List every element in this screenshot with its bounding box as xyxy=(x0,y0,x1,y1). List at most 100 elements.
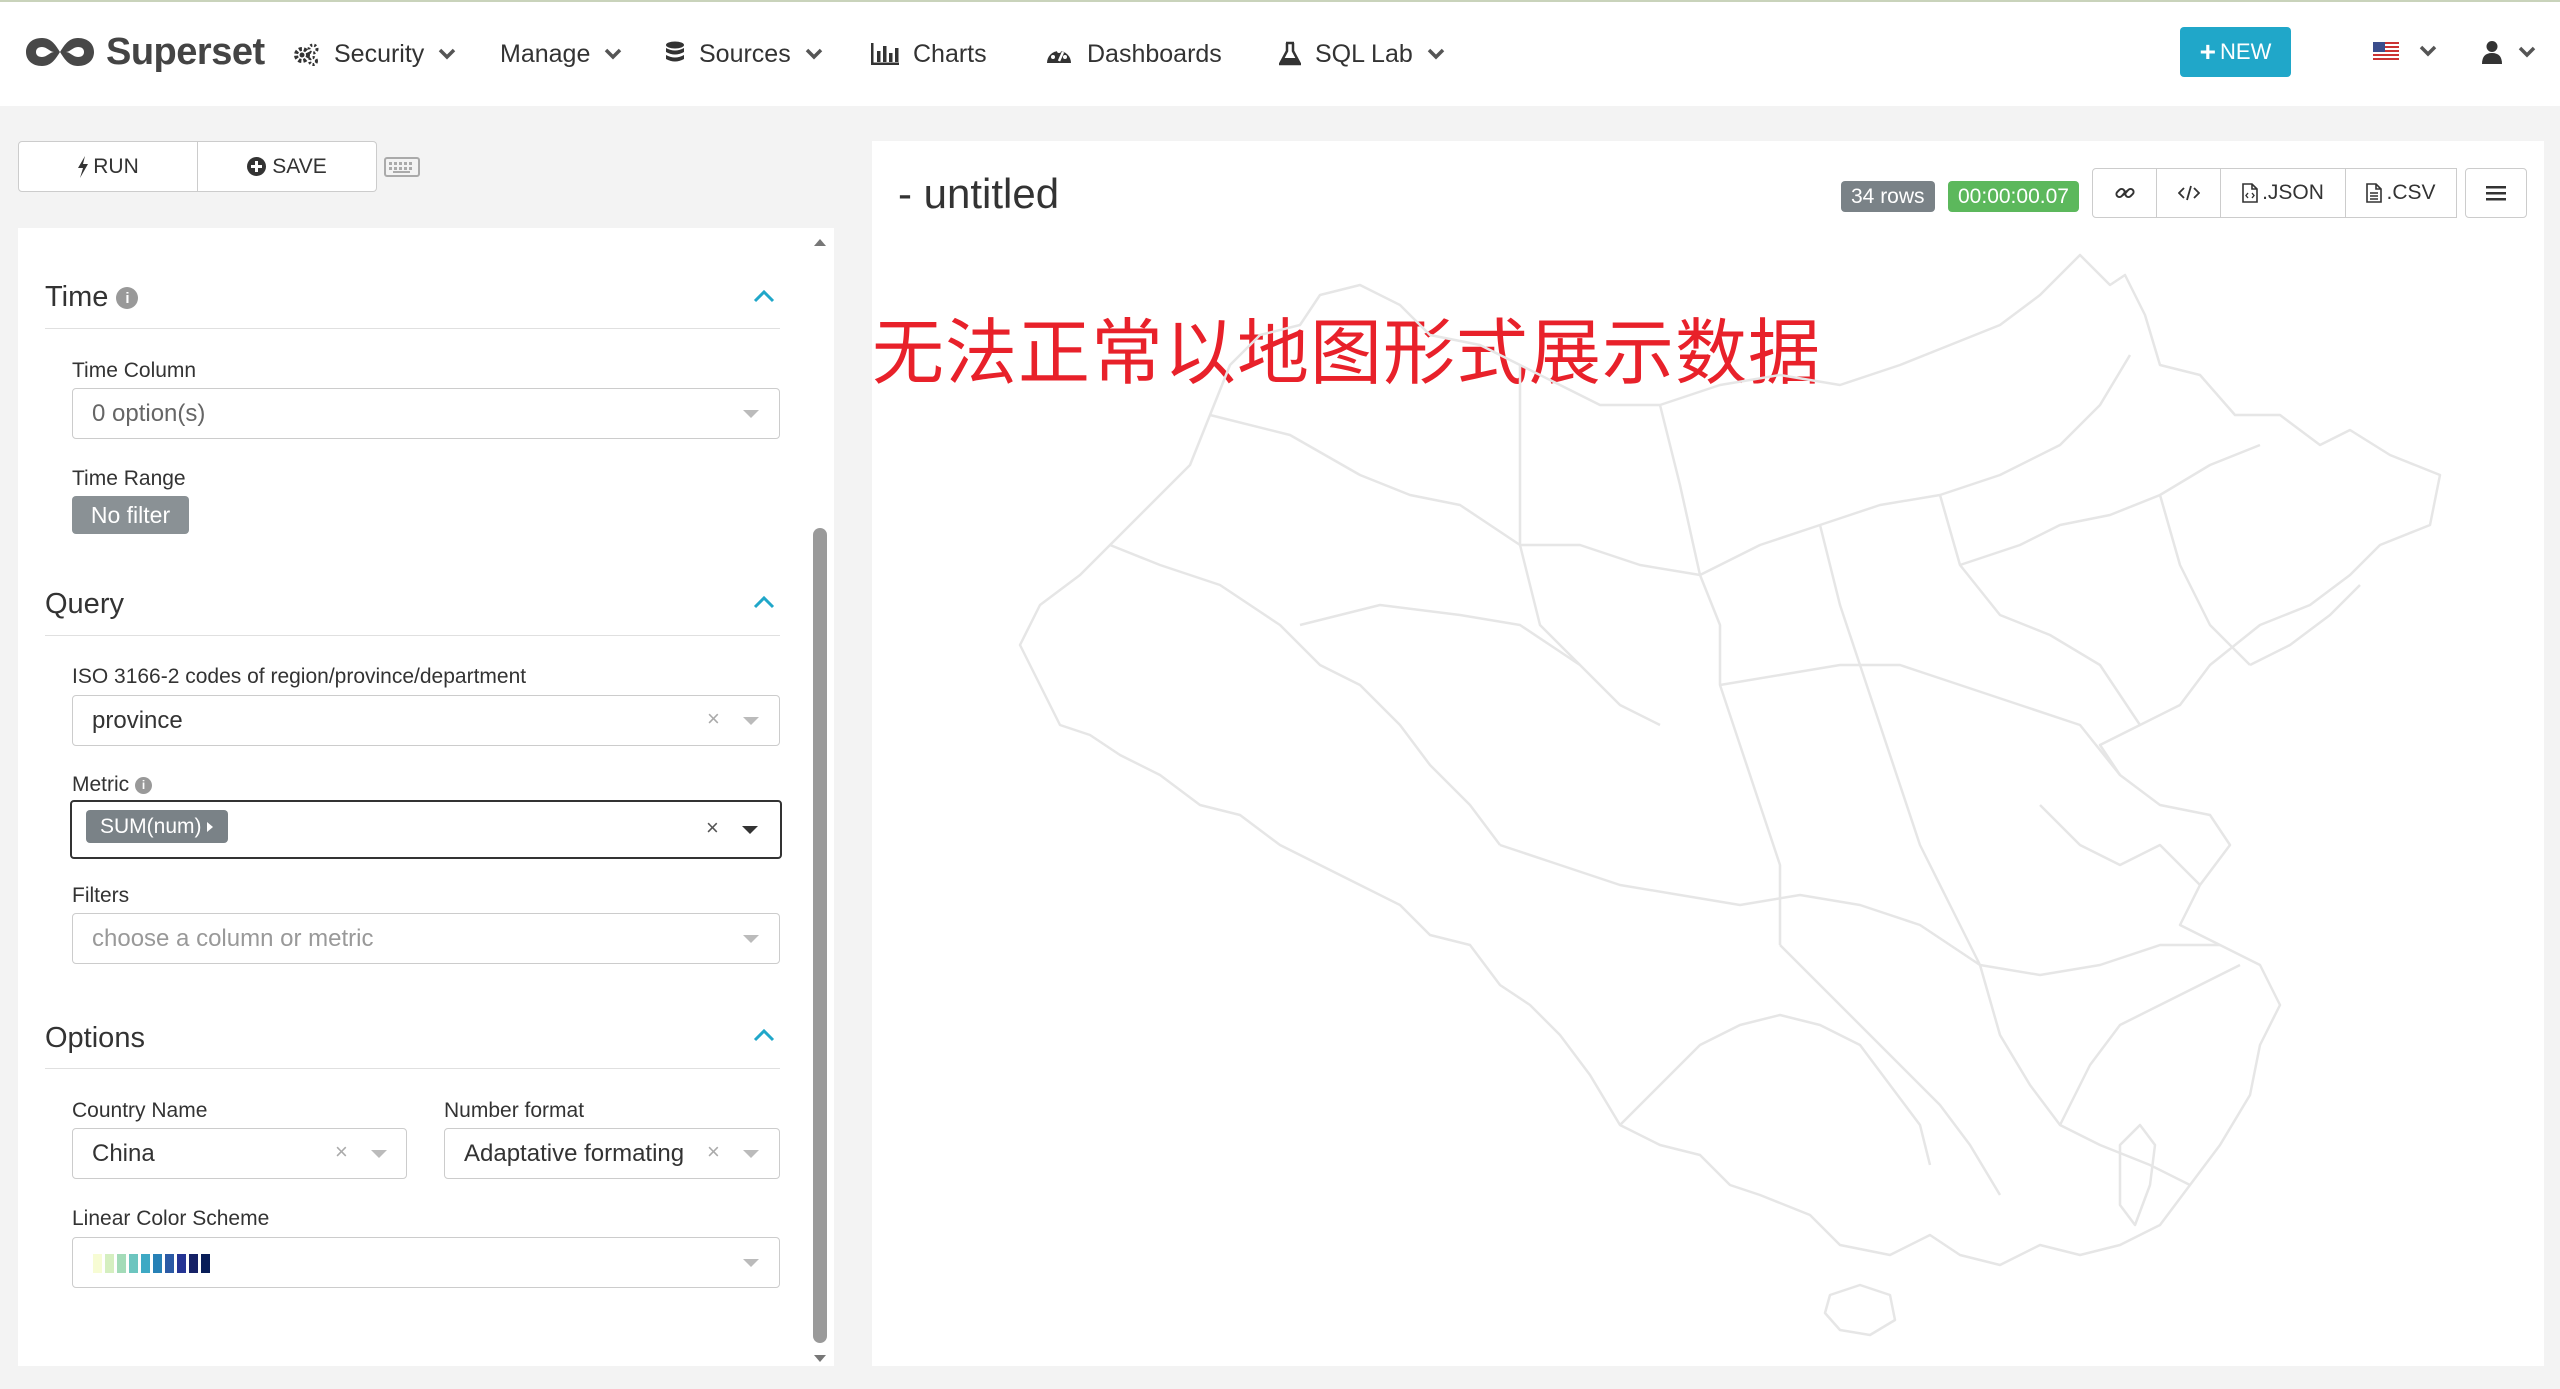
caret-down-icon xyxy=(743,1150,759,1158)
section-divider xyxy=(45,635,780,636)
color-scheme-select[interactable] xyxy=(72,1237,780,1288)
query-button-group: RUN SAVE xyxy=(18,141,377,192)
bar-chart-icon xyxy=(871,43,899,65)
iso-codes-label: ISO 3166-2 codes of region/province/depa… xyxy=(72,665,527,688)
row-count-label: 34 rows xyxy=(1841,181,1935,212)
nav-charts-label: Charts xyxy=(913,39,987,68)
embed-code-button[interactable] xyxy=(2157,168,2221,218)
chevron-down-icon xyxy=(439,48,456,60)
nav-sql-lab[interactable]: SQL Lab xyxy=(1279,26,1445,82)
chevron-down-icon xyxy=(2518,46,2536,58)
section-time-title: Time xyxy=(45,281,109,313)
export-csv-label: .CSV xyxy=(2386,181,2436,204)
map-region-border xyxy=(1619,1013,1932,1166)
metric-select[interactable]: SUM(num) × xyxy=(70,800,782,859)
info-icon: i xyxy=(135,776,153,794)
nav-dashboards-label: Dashboards xyxy=(1087,39,1222,68)
dashboard-icon xyxy=(1047,49,1071,63)
language-picker[interactable] xyxy=(2373,42,2437,60)
nav-manage[interactable]: Manage xyxy=(500,26,622,82)
chevron-down-icon xyxy=(1427,48,1445,60)
time-column-select[interactable]: 0 option(s) xyxy=(72,388,780,439)
hamburger-icon xyxy=(2486,186,2506,201)
caret-down-icon xyxy=(743,717,759,725)
number-format-select[interactable]: Adaptative formating × xyxy=(444,1128,780,1179)
scroll-up-arrow-icon[interactable] xyxy=(813,237,827,247)
caret-down-icon xyxy=(743,1259,759,1267)
filters-placeholder: choose a column or metric xyxy=(92,925,374,952)
user-menu[interactable] xyxy=(2482,40,2536,64)
copy-link-button[interactable] xyxy=(2092,168,2157,218)
map-region-border xyxy=(1938,494,2142,726)
map-outline xyxy=(1018,253,2442,1267)
clear-icon[interactable]: × xyxy=(707,706,720,732)
map-island-hainan xyxy=(1823,1283,1897,1337)
section-divider xyxy=(45,1068,780,1069)
metric-tag-label: SUM(num) xyxy=(100,814,202,838)
caret-down-icon xyxy=(371,1150,387,1158)
color-swatch xyxy=(129,1254,138,1273)
country-name-select[interactable]: China × xyxy=(72,1128,407,1179)
new-button[interactable]: + NEW xyxy=(2180,27,2291,77)
color-scheme-label: Linear Color Scheme xyxy=(72,1207,270,1230)
chart-actions: .JSON .CSV xyxy=(2092,168,2457,218)
plus-circle-icon xyxy=(247,157,267,176)
run-button[interactable]: RUN xyxy=(18,141,198,192)
clear-icon[interactable]: × xyxy=(706,815,719,841)
chevron-up-icon[interactable] xyxy=(753,1028,775,1042)
scroll-down-arrow-icon[interactable] xyxy=(813,1354,827,1364)
iso-codes-value: province xyxy=(92,707,183,734)
section-time-header[interactable]: Time i xyxy=(45,281,139,314)
iso-codes-select[interactable]: province × xyxy=(72,695,780,746)
color-swatch xyxy=(93,1254,102,1273)
nav-security[interactable]: Security xyxy=(292,26,456,82)
time-range-label: Time Range xyxy=(72,467,186,490)
file-code-icon xyxy=(2242,183,2258,203)
map-region-border xyxy=(1209,354,2132,577)
nav-dashboards[interactable]: Dashboards xyxy=(1045,26,1222,82)
clear-icon[interactable]: × xyxy=(707,1139,720,1165)
export-csv-button[interactable]: .CSV xyxy=(2346,168,2457,218)
map-region-border xyxy=(1658,404,1782,945)
section-options-title[interactable]: Options xyxy=(45,1022,145,1055)
cogs-icon xyxy=(294,43,319,66)
file-text-icon xyxy=(2366,183,2383,203)
map-region-border xyxy=(1818,524,1982,966)
scrollbar-thumb[interactable] xyxy=(813,528,827,1343)
caret-down-icon xyxy=(742,826,758,834)
clear-icon[interactable]: × xyxy=(335,1139,348,1165)
filters-select[interactable]: choose a column or metric xyxy=(72,913,780,964)
time-range-button[interactable]: No filter xyxy=(72,496,189,534)
brand-logo[interactable]: Superset xyxy=(22,22,265,82)
color-swatch xyxy=(165,1254,174,1273)
section-query-title[interactable]: Query xyxy=(45,588,124,621)
section-divider xyxy=(45,328,780,329)
nav-charts[interactable]: Charts xyxy=(871,26,987,82)
chart-title[interactable]: - untitled xyxy=(898,170,1059,218)
map-region-border xyxy=(2249,584,2361,667)
code-icon xyxy=(2177,185,2200,201)
color-swatch xyxy=(201,1254,210,1273)
chevron-up-icon[interactable] xyxy=(753,289,775,303)
map-region-border xyxy=(1499,843,2220,977)
chevron-down-icon xyxy=(2419,45,2437,57)
query-duration-label: 00:00:00.07 xyxy=(1948,181,2079,212)
country-name-label: Country Name xyxy=(72,1099,208,1122)
keyboard-icon[interactable] xyxy=(384,157,420,177)
caret-down-icon xyxy=(743,935,759,943)
color-swatch xyxy=(117,1254,126,1273)
caret-right-icon xyxy=(206,821,213,832)
metric-tag[interactable]: SUM(num) xyxy=(86,810,228,843)
database-icon xyxy=(666,41,684,62)
chevron-up-icon[interactable] xyxy=(753,595,775,609)
map-region-border xyxy=(1959,443,2261,567)
export-json-button[interactable]: .JSON xyxy=(2221,168,2346,218)
save-button[interactable]: SAVE xyxy=(198,141,377,192)
caret-down-icon xyxy=(743,410,759,418)
nav-manage-label: Manage xyxy=(500,39,591,68)
nav-sources[interactable]: Sources xyxy=(665,26,823,82)
map-region-border xyxy=(2039,804,2201,886)
more-options-button[interactable] xyxy=(2465,168,2527,218)
filters-label: Filters xyxy=(72,884,130,907)
color-swatch xyxy=(141,1254,150,1273)
